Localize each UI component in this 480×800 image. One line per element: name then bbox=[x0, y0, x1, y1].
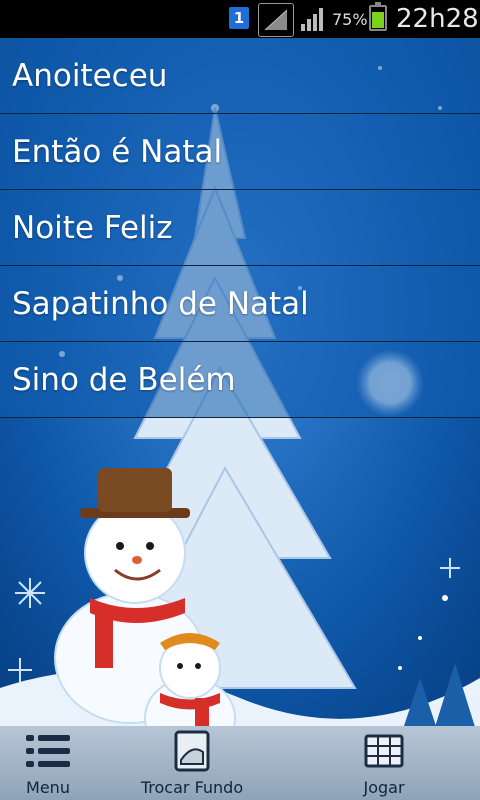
song-label: Sino de Belém bbox=[12, 361, 236, 398]
cell-signal-icon bbox=[300, 5, 328, 33]
song-item-sino-de-belem[interactable]: Sino de Belém bbox=[0, 342, 480, 418]
change-background-button[interactable]: Trocar Fundo bbox=[130, 726, 254, 800]
song-label: Noite Feliz bbox=[12, 209, 173, 246]
battery-fill bbox=[372, 11, 384, 28]
song-label: Anoiteceu bbox=[12, 57, 168, 94]
battery-percent: 75% bbox=[332, 9, 368, 29]
change-background-label: Trocar Fundo bbox=[140, 778, 244, 797]
bottom-menu-bar: Menu Trocar Fundo Jogar bbox=[0, 726, 480, 800]
picture-icon bbox=[168, 730, 216, 772]
signal-box-icon bbox=[258, 3, 294, 37]
song-list: Anoiteceu Então é Natal Noite Feliz Sapa… bbox=[0, 38, 480, 418]
grid-icon bbox=[360, 730, 408, 772]
song-item-sapatinho-de-natal[interactable]: Sapatinho de Natal bbox=[0, 266, 480, 342]
song-label: Sapatinho de Natal bbox=[12, 285, 309, 322]
song-label: Então é Natal bbox=[12, 133, 223, 170]
play-label: Jogar bbox=[363, 778, 405, 797]
clock: 22h28 bbox=[396, 4, 479, 34]
list-icon bbox=[24, 730, 72, 772]
battery-icon bbox=[369, 2, 387, 31]
menu-label: Menu bbox=[26, 778, 70, 797]
status-bar: 1 75% 22h28 bbox=[0, 0, 480, 38]
play-button[interactable]: Jogar bbox=[346, 726, 422, 800]
song-item-noite-feliz[interactable]: Noite Feliz bbox=[0, 190, 480, 266]
song-item-entao-e-natal[interactable]: Então é Natal bbox=[0, 114, 480, 190]
menu-button[interactable]: Menu bbox=[10, 726, 86, 800]
sim-1-icon: 1 bbox=[229, 7, 249, 29]
song-item-anoiteceu[interactable]: Anoiteceu bbox=[0, 38, 480, 114]
